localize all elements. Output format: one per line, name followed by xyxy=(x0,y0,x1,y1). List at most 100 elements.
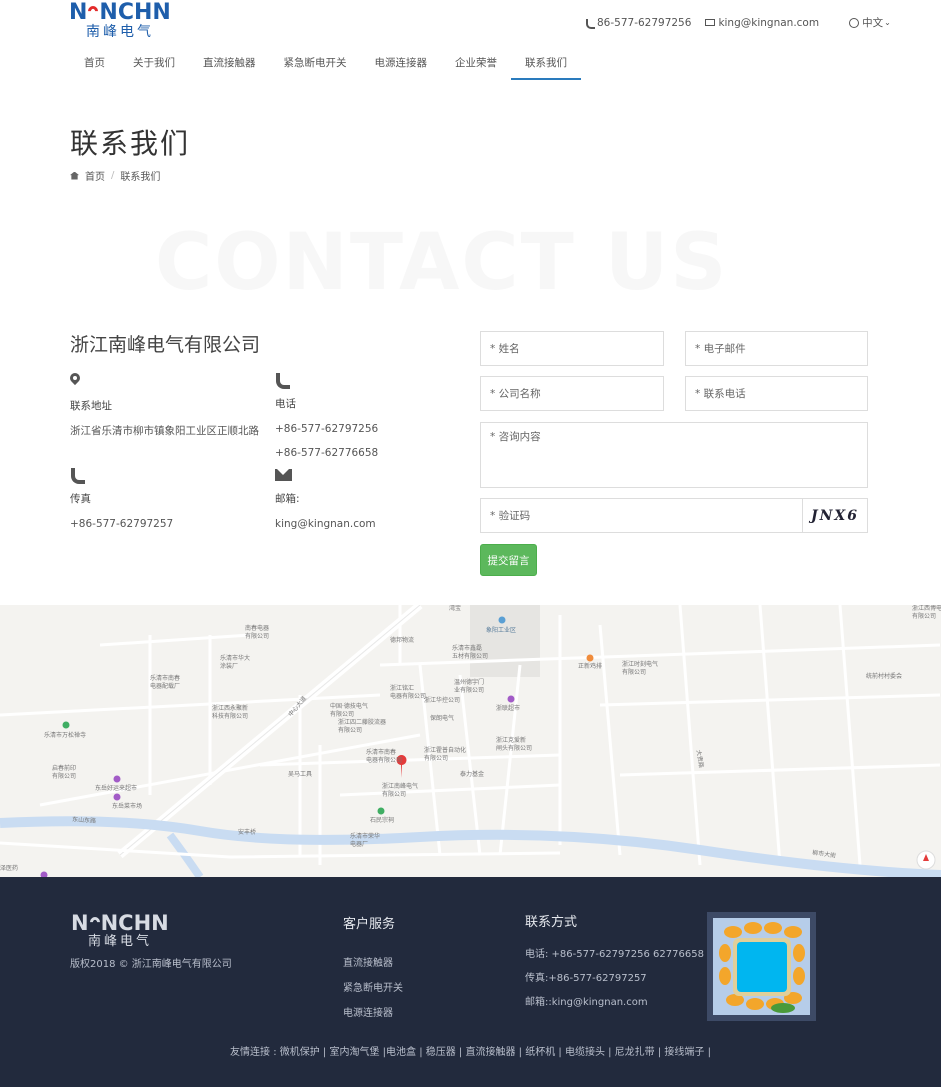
logo-arc-icon xyxy=(87,914,102,930)
footer-email[interactable]: 邮箱::king@kingnan.com xyxy=(525,993,648,1008)
map-label: 安丰桥 xyxy=(238,829,257,836)
map-label: 泰力基金 xyxy=(460,771,485,778)
fax-block: 传真 +86-577-62797257 xyxy=(70,468,173,536)
logo-text: NCHN xyxy=(100,911,169,935)
top-email[interactable]: king@kingnan.com xyxy=(705,17,819,29)
top-contact-bar: 86-577-62797256 king@kingnan.com 中文 ⌄ xyxy=(586,15,905,30)
map-label: 东山东路 xyxy=(71,816,97,825)
map-label: 乐清市南春 电器配载厂 xyxy=(150,675,181,690)
email-value[interactable]: king@kingnan.com xyxy=(275,512,376,536)
map-label: 正新鸡排 xyxy=(578,663,603,670)
friend-links[interactable]: 友情连接 : 微机保护 | 室内淘气堡 |电池盒 | 稳压器 | 直流接触器 |… xyxy=(0,1043,941,1058)
map-label: 浙江霍普自动化 有限公司 xyxy=(424,747,467,762)
footer-phone: 电话: +86-577-62797256 62776658 xyxy=(525,949,704,960)
submit-button[interactable]: 提交留言 xyxy=(480,544,537,576)
email-block: 邮箱: king@kingnan.com xyxy=(275,469,376,536)
map-marker-icon xyxy=(70,373,80,388)
map-label: 东岳菜市场 xyxy=(112,803,143,810)
map-label: 温州德宇门 业有限公司 xyxy=(454,679,485,694)
map-label: 南春电器 有限公司 xyxy=(245,625,270,640)
footer-fax: 传真:+86-577-62797257 xyxy=(525,973,647,984)
nav-about[interactable]: 关于我们 xyxy=(119,48,189,80)
sunflower-frame-image xyxy=(713,918,810,1015)
main-nav: 首页 关于我们 直流接触器 紧急断电开关 电源连接器 企业荣誉 联系我们 xyxy=(70,48,581,80)
map-label: 浙江华控公司 xyxy=(424,697,461,704)
logo-letter: N xyxy=(69,0,88,25)
language-selector[interactable]: 中文 ⌄ xyxy=(849,15,891,30)
logo-subtitle: 南峰电气 xyxy=(88,934,153,949)
map-label: 东岳好运来超市 xyxy=(95,785,138,792)
nav-contact[interactable]: 联系我们 xyxy=(511,48,581,80)
map-label: 泽医药 xyxy=(0,865,19,872)
chevron-down-icon: ⌄ xyxy=(884,18,891,27)
map-label: 统前村村委会 xyxy=(866,673,903,680)
site-header: N NCHN 南峰电气 86-577-62797256 king@kingnan.… xyxy=(0,0,941,82)
nav-dc-contactor[interactable]: 直流接触器 xyxy=(189,48,270,80)
nav-emergency-switch[interactable]: 紧急断电开关 xyxy=(270,48,361,80)
nav-power-connector[interactable]: 电源连接器 xyxy=(361,48,442,80)
breadcrumb-current: 联系我们 xyxy=(120,172,161,183)
nav-home[interactable]: 首页 xyxy=(70,48,119,80)
phone-input[interactable]: * 联系电话 xyxy=(685,376,868,411)
company-logo[interactable]: N NCHN 南峰电气 xyxy=(69,0,185,41)
logo-subtitle: 南峰电气 xyxy=(86,24,154,40)
footer-link-dc-contactor[interactable]: 直流接触器 xyxy=(343,954,393,969)
service-title: 客户服务 xyxy=(343,917,396,932)
breadcrumb: 首页 / 联系我们 xyxy=(70,168,160,183)
globe-icon xyxy=(849,17,860,28)
map-label: 乐清市华大 涂装厂 xyxy=(220,655,251,670)
map-label: 浙江西博电器有限公司 xyxy=(912,605,941,620)
map-label: 乐清市荣华 电器厂 xyxy=(350,833,381,848)
phone-value-2: +86-577-62776658 xyxy=(275,447,379,459)
phone-block: 电话 +86-577-62797256 +86-577-62776658 xyxy=(275,373,378,465)
message-textarea[interactable]: * 咨询内容 xyxy=(480,422,868,488)
phone-value-1: +86-577-62797256 xyxy=(275,423,379,435)
map-label: 浙江克爱新 闸头有限公司 xyxy=(496,737,533,752)
map-label: 中国·德技电气 有限公司 xyxy=(330,703,368,718)
footer-link-power-connector[interactable]: 电源连接器 xyxy=(343,1004,393,1019)
map-label: 启春前印 有限公司 xyxy=(52,765,77,780)
map-label: 石民宗祠 xyxy=(370,817,395,824)
phone-icon xyxy=(275,373,290,389)
contact-watermark: CONTACT US xyxy=(155,218,729,308)
contact-title: 联系方式 xyxy=(525,915,578,930)
fax-icon xyxy=(70,468,85,484)
breadcrumb-separator: / xyxy=(111,170,115,181)
footer-logo[interactable]: N NCHN 南峰电气 xyxy=(71,912,169,950)
map-label: 乐清市南春 电器有限公司 xyxy=(366,749,403,764)
copyright: 版权2018 © 浙江南峰电气有限公司 xyxy=(70,959,232,970)
address-block: 联系地址 浙江省乐清市柳市镇象阳工业区正顺北路 xyxy=(70,373,259,443)
location-map[interactable]: 南春电器 有限公司 乐清市华大 涂装厂 乐清市南春 电器配载厂 浙江西永聚新 科技有限公… xyxy=(0,605,941,877)
map-label: 湾宝 xyxy=(449,605,462,612)
map-label: 乐清市万松禅寺 xyxy=(44,732,87,739)
map-label: 乐清市鑫磊 五材有限公司 xyxy=(452,645,489,660)
phone-label: 电话 xyxy=(275,398,296,410)
logo-text: NCHN xyxy=(99,0,171,25)
company-input[interactable]: * 公司名称 xyxy=(480,376,664,411)
map-label: 浙联超市 xyxy=(496,705,521,712)
captcha-image[interactable]: JNX6 xyxy=(802,499,867,533)
breadcrumb-home[interactable]: 首页 xyxy=(85,168,105,183)
map-label: 浙江四二藤胶流器 有限公司 xyxy=(338,719,387,734)
fax-value: +86-577-62797257 xyxy=(70,518,174,530)
map-label: 保朗电气 xyxy=(430,715,455,722)
map-label: 象阳工业区 xyxy=(486,627,517,634)
logo-letter: N xyxy=(71,911,89,935)
name-input[interactable]: * 姓名 xyxy=(480,331,664,366)
company-name: 浙江南峰电气有限公司 xyxy=(70,334,261,356)
page-title: 联系我们 xyxy=(70,127,191,160)
map-label: 浙江铭汇 电器有限公司 xyxy=(390,685,427,700)
fax-label: 传真 xyxy=(70,493,91,505)
address-label: 联系地址 xyxy=(70,400,112,412)
site-footer: N NCHN 南峰电气 版权2018 © 浙江南峰电气有限公司 客户服务 直流接触… xyxy=(0,877,941,1087)
footer-link-emergency-switch[interactable]: 紧急断电开关 xyxy=(343,979,403,994)
nav-honors[interactable]: 企业荣誉 xyxy=(441,48,511,80)
envelope-icon xyxy=(275,469,292,481)
top-phone: 86-577-62797256 xyxy=(586,17,691,29)
email-label: 邮箱: xyxy=(275,493,300,505)
map-label: 吴马工具 xyxy=(288,771,313,778)
email-input[interactable]: * 电子邮件 xyxy=(685,331,868,366)
map-label: 德邦物流 xyxy=(390,637,415,644)
address-value: 浙江省乐清市柳市镇象阳工业区正顺北路 xyxy=(70,425,259,437)
phone-icon xyxy=(586,18,595,29)
